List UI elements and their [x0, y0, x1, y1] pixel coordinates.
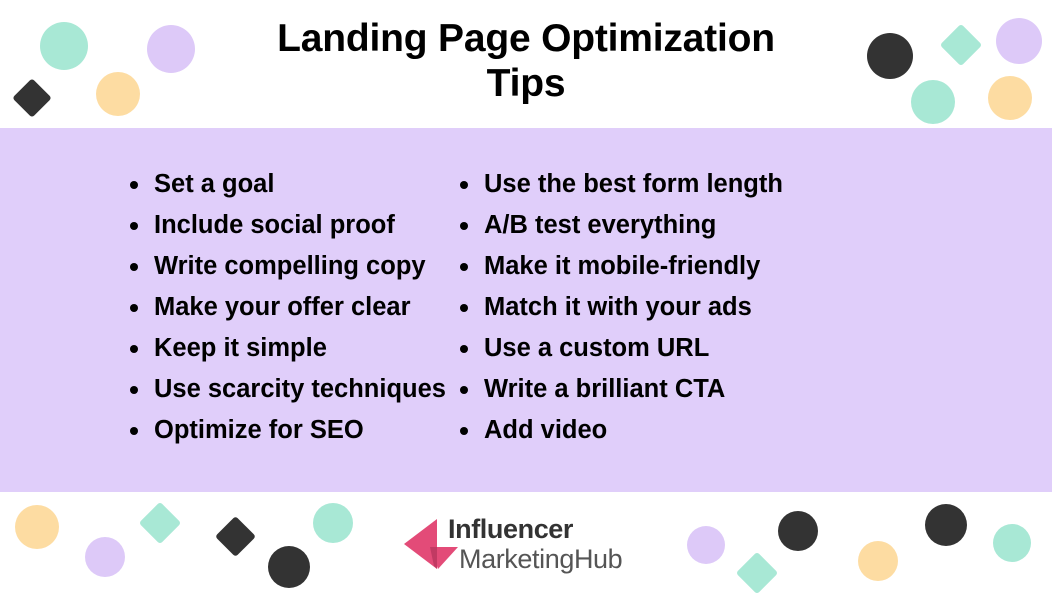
tip-list-item: Use the best form length: [460, 164, 1052, 205]
tip-label: Write compelling copy: [154, 252, 426, 280]
bullet-icon: [460, 181, 468, 189]
page-title: Landing Page Optimization Tips: [0, 16, 1052, 106]
tip-label: Write a brilliant CTA: [484, 375, 726, 403]
bullet-icon: [130, 304, 138, 312]
bullet-icon: [460, 304, 468, 312]
tip-list-item: Use a custom URL: [460, 328, 1052, 369]
tip-label: Make your offer clear: [154, 293, 411, 321]
tips-column-right: Use the best form length A/B test everyth…: [440, 164, 1052, 451]
tip-label: Set a goal: [154, 170, 275, 198]
title-line-2: Tips: [486, 62, 566, 105]
tip-list-item: Use scarcity techniques: [130, 369, 446, 410]
tip-label: Make it mobile-friendly: [484, 252, 761, 280]
tip-list-item: Optimize for SEO: [130, 410, 440, 451]
bullet-icon: [460, 222, 468, 230]
tips-list-left: Set a goal Include social proof Write comp…: [128, 164, 446, 451]
tip-list-item: Make your offer clear: [130, 287, 440, 328]
tip-list-item: Add video: [460, 410, 1052, 451]
bullet-icon: [130, 386, 138, 394]
influencer-marketing-hub-logo[interactable]: Influencer MarketingHub: [402, 514, 652, 576]
tip-label: Use a custom URL: [484, 334, 710, 362]
title-line-1: Landing Page Optimization: [277, 17, 775, 60]
tips-list-right: Use the best form length A/B test everyth…: [458, 164, 1052, 451]
tip-list-item: A/B test everything: [460, 205, 1052, 246]
bullet-icon: [460, 345, 468, 353]
tips-columns: Set a goal Include social proof Write comp…: [0, 164, 1052, 451]
tip-label: Use scarcity techniques: [154, 375, 446, 403]
tip-label: A/B test everything: [484, 211, 717, 239]
tip-label: Add video: [484, 416, 608, 444]
logo-line-1: Influencer: [448, 514, 574, 544]
bullet-icon: [130, 263, 138, 271]
bullet-icon: [460, 263, 468, 271]
slide-canvas: Landing Page Optimization Tips Set a goa…: [0, 0, 1052, 600]
tip-list-item: Keep it simple: [130, 328, 440, 369]
bullet-icon: [130, 181, 138, 189]
tip-label: Keep it simple: [154, 334, 327, 362]
tip-label: Match it with your ads: [484, 293, 752, 321]
tip-list-item: Write a brilliant CTA: [460, 369, 1052, 410]
tip-list-item: Include social proof: [130, 205, 440, 246]
tips-column-left: Set a goal Include social proof Write comp…: [0, 164, 446, 451]
tip-list-item: Match it with your ads: [460, 287, 1052, 328]
tip-label: Include social proof: [154, 211, 395, 239]
tip-list-item: Make it mobile-friendly: [460, 246, 1052, 287]
bullet-icon: [130, 427, 138, 435]
logo-wordmark: Influencer MarketingHub: [448, 514, 623, 575]
bullet-icon: [460, 386, 468, 394]
content-panel: Set a goal Include social proof Write comp…: [0, 128, 1052, 492]
tip-list-item: Set a goal: [130, 164, 440, 205]
bullet-icon: [460, 427, 468, 435]
tip-label: Use the best form length: [484, 170, 783, 198]
bullet-icon: [130, 345, 138, 353]
logo-line-2: MarketingHub: [459, 544, 623, 574]
tip-label: Optimize for SEO: [154, 416, 364, 444]
tip-list-item: Write compelling copy: [130, 246, 440, 287]
header: Landing Page Optimization Tips: [0, 0, 1052, 128]
bullet-icon: [130, 222, 138, 230]
